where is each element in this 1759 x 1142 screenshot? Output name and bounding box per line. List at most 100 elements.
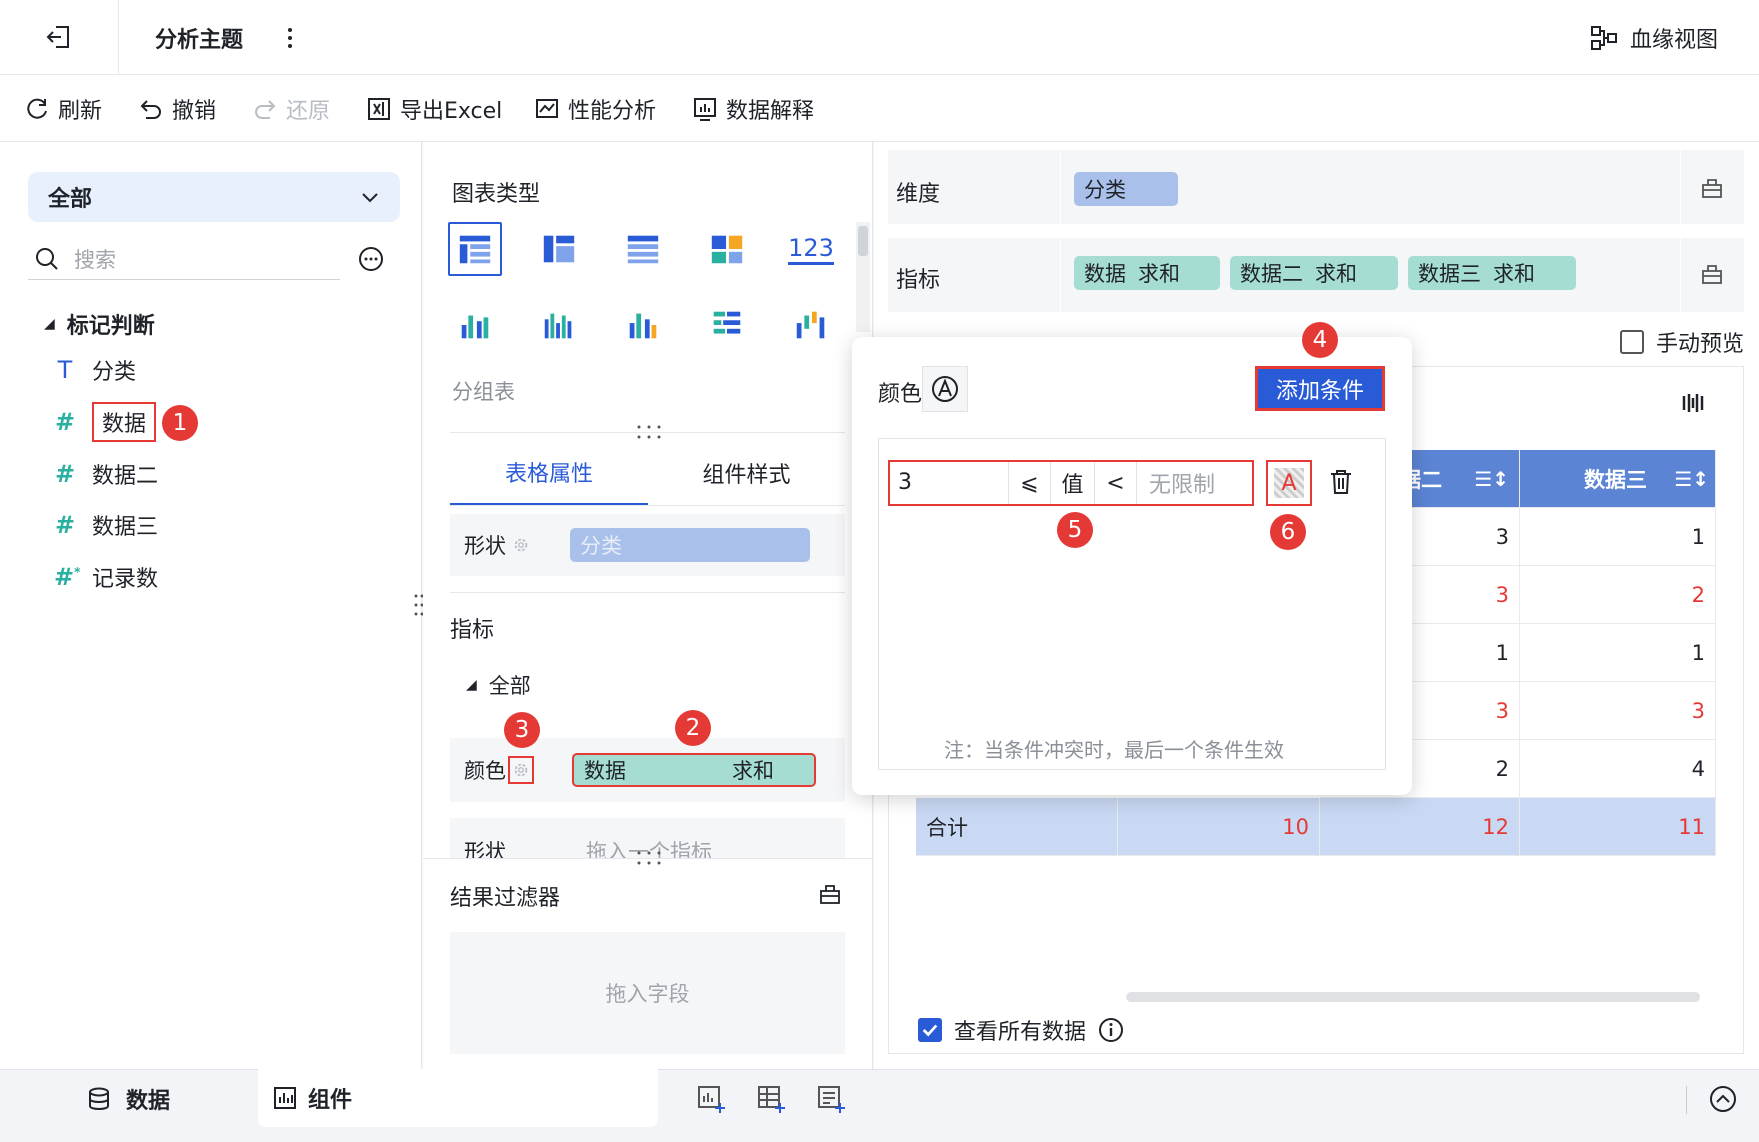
component-icon: [274, 1087, 296, 1109]
chart-type-cross-table[interactable]: [532, 222, 586, 276]
color-gear-button[interactable]: [508, 756, 534, 784]
add-chart-icon[interactable]: [696, 1084, 726, 1114]
group-header[interactable]: ◢ 标记判断: [44, 306, 155, 342]
scope-value: 全部: [48, 187, 93, 212]
chart-type-bar[interactable]: [616, 298, 670, 352]
chart-adjust-icon[interactable]: [1680, 390, 1706, 416]
chart-type-group-table[interactable]: [448, 222, 502, 276]
info-icon[interactable]: [1098, 1017, 1124, 1043]
divider: [423, 858, 873, 859]
exit-icon[interactable]: [44, 22, 74, 52]
metrics-all-group[interactable]: ◢ 全部: [466, 670, 531, 700]
font-color-icon: A: [1274, 468, 1304, 498]
pill-agg: 求和: [1315, 262, 1357, 286]
perf-analysis-button[interactable]: 性能分析: [534, 75, 656, 142]
color-field-pill[interactable]: 数据 求和: [572, 753, 816, 787]
search-field[interactable]: 搜索: [28, 238, 340, 280]
annotation-badge-6: 6: [1270, 514, 1306, 550]
refresh-button[interactable]: 刷新: [24, 75, 102, 142]
scope-select[interactable]: 全部: [28, 172, 400, 222]
chart-type-scrollbar[interactable]: [856, 222, 870, 332]
operator-select-1[interactable]: ⩽: [1008, 462, 1050, 504]
drag-handle-icon[interactable]: [636, 422, 662, 440]
table-cell: 1: [1520, 508, 1716, 566]
group-label: 标记判断: [66, 314, 155, 339]
tab-component-label: 组件: [308, 1088, 353, 1113]
tab-data[interactable]: 数据: [86, 1069, 170, 1129]
metric-pill-3[interactable]: 数据三 求和: [1408, 256, 1576, 290]
collapse-up-icon[interactable]: [1708, 1084, 1738, 1114]
annotation-badge-1: 1: [162, 405, 198, 441]
field-name: 数据三: [92, 515, 159, 540]
chart-type-kpi[interactable]: 123: [784, 222, 838, 276]
header-label: 数据三: [1584, 467, 1647, 492]
lineage-label: 血缘视图: [1630, 28, 1719, 53]
metric-pill-2[interactable]: 数据二 求和: [1230, 256, 1398, 290]
chart-type-detail-table[interactable]: [616, 222, 670, 276]
sort-icon[interactable]: ☰↕: [1674, 467, 1709, 491]
field-item-data2[interactable]: # 数据二: [54, 454, 158, 494]
field-item-record-count[interactable]: #* 记录数: [54, 557, 158, 597]
field-item-category[interactable]: T 分类: [54, 350, 136, 390]
tab-component-style[interactable]: 组件样式: [648, 440, 845, 506]
redo-button[interactable]: 还原: [252, 75, 330, 142]
lineage-view-button[interactable]: 血缘视图: [1590, 20, 1718, 56]
gear-icon[interactable]: [512, 536, 530, 554]
refresh-icon: [27, 98, 47, 119]
delete-condition-icon[interactable]: [1328, 468, 1354, 496]
pill-agg: 求和: [1493, 262, 1535, 286]
horizontal-scrollbar[interactable]: [1126, 992, 1700, 1002]
field-name: 数据二: [92, 464, 159, 489]
data-explain-button[interactable]: 数据解释: [692, 75, 814, 142]
dimension-settings-icon[interactable]: [1700, 176, 1724, 200]
pill-field: 数据: [1084, 262, 1126, 286]
condition-min-input[interactable]: 3: [898, 470, 912, 495]
condition-color-swatch[interactable]: A: [1266, 460, 1312, 506]
shape-field-pill[interactable]: 分类: [570, 528, 810, 562]
chart-type-treemap[interactable]: [700, 222, 754, 276]
table-cell: 1: [1520, 624, 1716, 682]
view-all-data-checkbox[interactable]: 查看所有数据: [918, 1014, 1124, 1046]
manual-preview-checkbox[interactable]: 手动预览: [1620, 326, 1744, 358]
shape-property-row: 形状 分类: [450, 514, 845, 576]
drag-handle-icon[interactable]: [636, 848, 662, 866]
color-property-row: 颜色 数据 求和: [450, 738, 845, 802]
condition-max-input[interactable]: 无限制: [1136, 462, 1248, 504]
tab-component[interactable]: 组件: [258, 1069, 658, 1127]
count-type-icon: #*: [54, 563, 81, 591]
export-excel-button[interactable]: 导出Excel: [366, 75, 502, 142]
dimension-pill[interactable]: 分类: [1074, 172, 1178, 206]
field-item-data3[interactable]: # 数据三: [54, 505, 158, 545]
add-table-icon[interactable]: [756, 1084, 786, 1114]
undo-label: 撤销: [172, 98, 217, 124]
metric-pill-1[interactable]: 数据 求和: [1074, 256, 1220, 290]
filter-drop-zone[interactable]: 拖入字段: [450, 932, 845, 1054]
add-detail-icon[interactable]: [816, 1084, 846, 1114]
operator-select-2[interactable]: <: [1094, 462, 1136, 504]
redo-label: 还原: [286, 98, 331, 124]
sort-icon[interactable]: ☰↕: [1474, 467, 1509, 491]
undo-button[interactable]: 撤销: [138, 75, 216, 142]
table-header-data3[interactable]: 数据三 ☰↕: [1520, 450, 1716, 508]
search-input[interactable]: 搜索: [74, 244, 116, 274]
chart-type-grouped-bar[interactable]: [448, 298, 502, 352]
filter-settings-icon[interactable]: [818, 882, 842, 906]
field-item-data[interactable]: # 数据: [54, 402, 157, 442]
excel-icon: [368, 97, 390, 120]
total-cell: 12: [1320, 798, 1520, 856]
add-condition-button[interactable]: 添加条件: [1255, 366, 1385, 411]
color-label: 颜色: [464, 759, 506, 783]
tab-table-properties[interactable]: 表格属性: [450, 440, 648, 506]
default-color-swatch[interactable]: [922, 366, 968, 412]
operator-value: ⩽: [1020, 470, 1039, 496]
search-icon: [36, 247, 58, 270]
more-icon[interactable]: [285, 24, 295, 52]
more-options-icon[interactable]: [358, 246, 384, 272]
view-all-data-label: 查看所有数据: [954, 1020, 1087, 1045]
chart-type-horizontal-bar[interactable]: [700, 298, 754, 352]
chart-type-column[interactable]: [532, 298, 586, 352]
refresh-label: 刷新: [58, 98, 103, 124]
checkbox-box: [1620, 330, 1644, 354]
chart-type-waterfall[interactable]: [784, 298, 838, 352]
metric-settings-icon[interactable]: [1700, 262, 1724, 286]
